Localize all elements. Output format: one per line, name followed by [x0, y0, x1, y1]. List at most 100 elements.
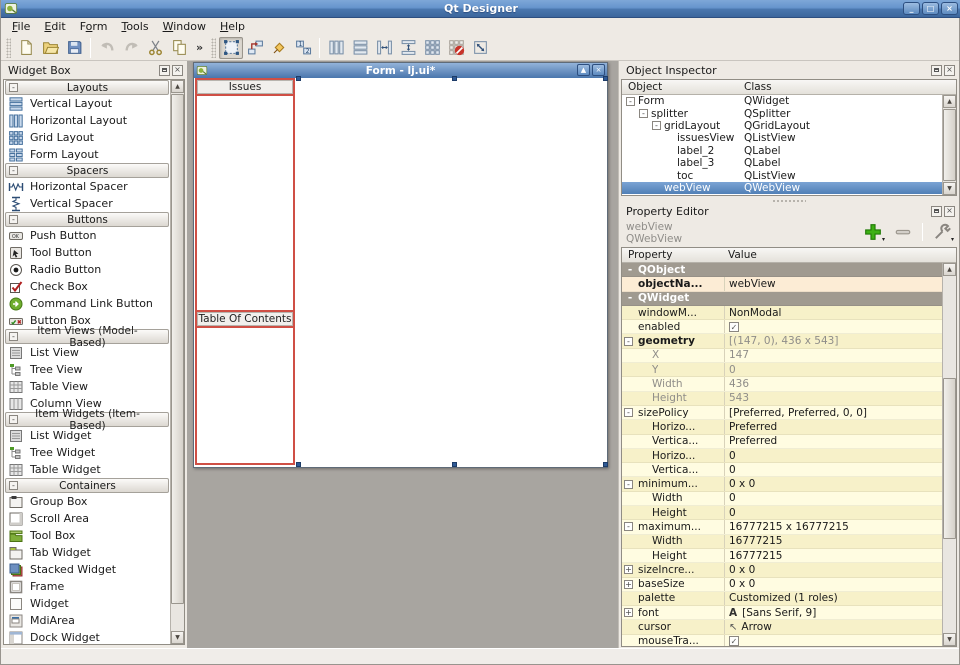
tree-expander-icon[interactable]: +	[624, 565, 633, 574]
property-value[interactable]: Customized (1 roles)	[724, 592, 942, 605]
property-value[interactable]: ✓	[724, 635, 942, 647]
issues-label[interactable]: Issues	[196, 79, 294, 95]
toc-list-view[interactable]	[196, 327, 294, 464]
edit-buddies-button[interactable]	[267, 37, 291, 59]
collapse-icon[interactable]: -	[9, 215, 18, 224]
widget-item-form-layout[interactable]: Form Layout	[4, 146, 170, 163]
column-class[interactable]: Class	[744, 81, 772, 93]
adjust-size-button[interactable]	[468, 37, 492, 59]
column-object[interactable]: Object	[628, 81, 662, 93]
float-dock-icon[interactable]	[931, 65, 942, 76]
property-row-sizeincre[interactable]: +sizeIncre...0 x 0	[622, 563, 942, 577]
widget-item-scroll-area[interactable]: Scroll Area	[4, 510, 170, 527]
widget-item-mdiarea[interactable]: MdiArea	[4, 612, 170, 629]
break-layout-button[interactable]	[444, 37, 468, 59]
edit-widgets-button[interactable]	[219, 37, 243, 59]
selection-handle[interactable]	[296, 462, 301, 467]
object-inspector-scrollbar[interactable]: ▲ ▼	[942, 95, 956, 195]
widget-box-scrollbar[interactable]: ▲ ▼	[170, 80, 184, 644]
property-row-vertica[interactable]: Vertica...Preferred	[622, 435, 942, 449]
tree-expander-icon[interactable]: -	[628, 264, 632, 276]
splitter-vertical-button[interactable]	[396, 37, 420, 59]
scroll-thumb[interactable]	[943, 378, 956, 539]
property-row-height[interactable]: Height16777215	[622, 549, 942, 563]
property-row-horizo[interactable]: Horizo...Preferred	[622, 420, 942, 434]
widget-item-dock-widget[interactable]: Dock Widget	[4, 629, 170, 645]
property-value[interactable]: A[Sans Serif, 9]	[724, 606, 942, 619]
category-spacers[interactable]: -Spacers	[5, 163, 169, 178]
column-value[interactable]: Value	[728, 249, 757, 261]
undo-button[interactable]	[95, 37, 119, 59]
selection-handle[interactable]	[603, 76, 608, 81]
toc-label[interactable]: Table Of Contents	[196, 311, 294, 327]
property-row-cursor[interactable]: cursor↖Arrow	[622, 620, 942, 634]
widget-item-command-link-button[interactable]: Command Link Button	[4, 295, 170, 312]
collapse-icon[interactable]: -	[9, 415, 18, 424]
property-value[interactable]: 0 x 0	[724, 578, 942, 591]
property-row-palette[interactable]: paletteCustomized (1 roles)	[622, 592, 942, 606]
widget-item-table-widget[interactable]: Table Widget	[4, 461, 170, 478]
property-editor-header[interactable]: Property Value	[622, 248, 956, 263]
layout-grid-button[interactable]	[420, 37, 444, 59]
checkbox-icon[interactable]: ✓	[729, 636, 739, 646]
new-file-button[interactable]	[14, 37, 38, 59]
save-button[interactable]	[62, 37, 86, 59]
property-value[interactable]: Preferred	[724, 420, 942, 433]
property-group-qobject[interactable]: -QObject	[622, 263, 942, 277]
scroll-thumb[interactable]	[171, 94, 184, 604]
property-row-sizepolicy[interactable]: -sizePolicy[Preferred, Preferred, 0, 0]	[622, 406, 942, 420]
category-item[interactable]: -Item Views (Model-Based)	[5, 329, 169, 344]
property-row-width[interactable]: Width0	[622, 492, 942, 506]
checkbox-icon[interactable]: ✓	[729, 322, 739, 332]
close-dock-icon[interactable]: ×	[944, 65, 955, 76]
toolbar-drag-handle[interactable]	[6, 38, 11, 58]
property-value[interactable]: ↖Arrow	[724, 620, 942, 633]
property-value[interactable]: 0	[724, 506, 942, 519]
layout-vertical-button[interactable]	[348, 37, 372, 59]
inspector-row-label_2[interactable]: label_2QLabel	[622, 145, 942, 157]
copy-button[interactable]	[167, 37, 191, 59]
widget-item-tab-widget[interactable]: Tab Widget	[4, 544, 170, 561]
configure-property-editor-icon[interactable]: ▾	[931, 222, 953, 242]
tree-expander-icon[interactable]: -	[624, 480, 633, 489]
property-value[interactable]: 0	[724, 363, 942, 376]
property-row-vertica[interactable]: Vertica...0	[622, 463, 942, 477]
property-value[interactable]: ✓	[724, 320, 942, 333]
open-folder-button[interactable]	[38, 37, 62, 59]
column-property[interactable]: Property	[628, 249, 672, 261]
property-row-x[interactable]: X147	[622, 349, 942, 363]
property-row-width[interactable]: Width436	[622, 377, 942, 391]
add-dynamic-property-button[interactable]: ▾	[862, 222, 884, 242]
widget-item-tool-box[interactable]: Tool Box	[4, 527, 170, 544]
scroll-thumb[interactable]	[943, 109, 956, 181]
inspector-row-toc[interactable]: tocQListView	[622, 169, 942, 181]
widget-item-vertical-spacer[interactable]: Vertical Spacer	[4, 195, 170, 212]
widget-item-stacked-widget[interactable]: Stacked Widget	[4, 561, 170, 578]
property-row-width[interactable]: Width16777215	[622, 535, 942, 549]
layout-horizontal-button[interactable]	[324, 37, 348, 59]
widget-item-tool-button[interactable]: Tool Button	[4, 244, 170, 261]
category-layouts[interactable]: -Layouts	[5, 80, 169, 95]
property-value[interactable]: 436	[724, 377, 942, 390]
widget-item-group-box[interactable]: Group Box	[4, 493, 170, 510]
property-editor-scrollbar[interactable]: ▲ ▼	[942, 263, 956, 646]
tree-expander-icon[interactable]: +	[624, 580, 633, 589]
float-dock-icon[interactable]	[931, 206, 942, 217]
widget-item-grid-layout[interactable]: Grid Layout	[4, 129, 170, 146]
property-row-enabled[interactable]: enabled✓	[622, 320, 942, 334]
widget-item-push-button[interactable]: OKPush Button	[4, 227, 170, 244]
collapse-icon[interactable]: -	[9, 166, 18, 175]
edit-taborder-button[interactable]: 12	[291, 37, 315, 59]
widget-item-tree-widget[interactable]: Tree Widget	[4, 444, 170, 461]
scroll-up-icon[interactable]: ▲	[943, 95, 956, 108]
property-value[interactable]: [(147, 0), 436 x 543]	[724, 334, 942, 347]
selection-handle[interactable]	[603, 462, 608, 467]
object-inspector-titlebar[interactable]: Object Inspector ×	[619, 61, 959, 79]
form-window[interactable]: Form - lj.ui* ▲ × Issues Table Of Conten…	[193, 62, 608, 468]
property-row-windowm[interactable]: windowM...NonModal	[622, 306, 942, 320]
property-value[interactable]: NonModal	[724, 306, 942, 319]
inspector-row-webView[interactable]: webViewQWebView	[622, 182, 942, 194]
menu-form[interactable]: Form	[73, 19, 115, 34]
property-editor-titlebar[interactable]: Property Editor ×	[619, 202, 959, 220]
property-row-mousetra[interactable]: mouseTra...✓	[622, 635, 942, 647]
